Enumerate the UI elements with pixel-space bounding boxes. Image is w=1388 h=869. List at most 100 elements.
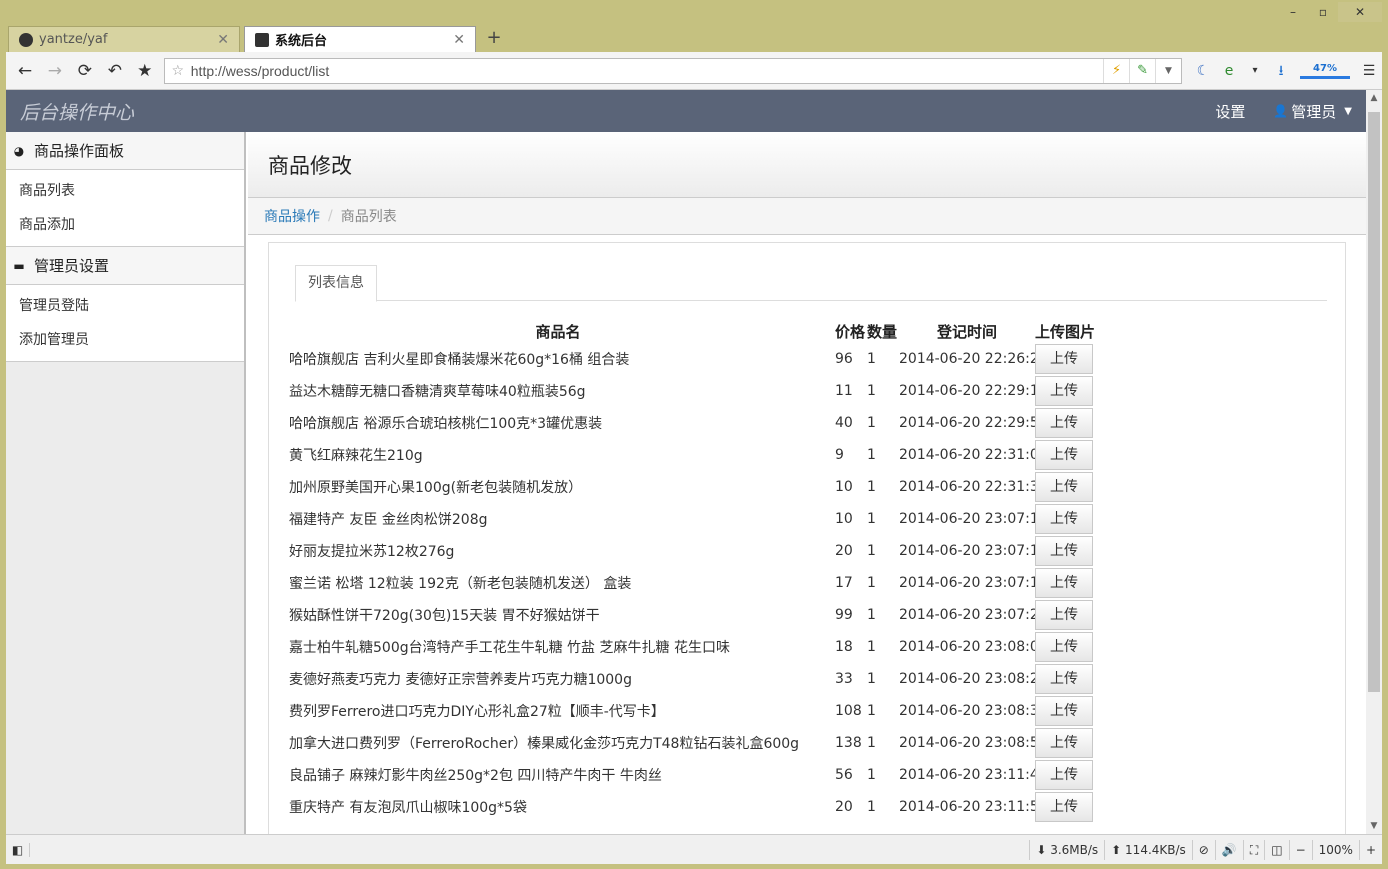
product-name: 加拿大进口费列罗（FerreroRocher）榛果威化金莎巧克力T48粒钻石装礼… [289,736,800,752]
tab-title: yantze/yaf [39,32,108,47]
briefcase-icon: ▬ [13,258,25,273]
upload-button[interactable]: 上传 [1035,632,1093,662]
address-bar[interactable]: ☆ http://wess/product/list ⚡ ✎ ▼ [163,57,1183,84]
upload-button[interactable]: 上传 [1035,472,1093,502]
table-row: 哈哈旗舰店 裕源乐合琥珀核桃仁100克*3罐优惠装 40 1 2014-06-20 2… [289,407,1095,439]
sidebar-item-product-list[interactable]: 商品列表 [6,174,244,208]
sidebar-section-admin[interactable]: ▬ 管理员设置 [6,247,244,285]
product-time: 2014-06-20 23:08:09 [899,639,1048,655]
product-name: 加州原野美国开心果100g(新老包装随机发放） [289,480,583,496]
sidebar-section-products[interactable]: ◕ 商品操作面板 [6,132,244,170]
user-menu[interactable]: 管理员 [1291,101,1336,122]
caret-down-icon[interactable]: ▼ [1344,106,1352,117]
breadcrumb-separator: / [328,208,333,224]
close-icon[interactable]: ✕ [217,32,229,48]
moon-icon[interactable]: ☾ [1190,56,1216,86]
sidebar-item-add-admin[interactable]: 添加管理员 [6,323,244,357]
table-row: 良品铺子 麻辣灯影牛肉丝250g*2包 四川特产牛肉干 牛肉丝 56 1 2014-0… [289,759,1095,791]
github-icon [19,32,33,47]
tab-system-backend[interactable]: 系统后台 ✕ [244,26,476,52]
product-time: 2014-06-20 22:29:58 [899,415,1048,431]
product-price: 20 [835,799,853,815]
new-tab-button[interactable]: + [480,26,508,52]
product-qty: 1 [867,639,876,655]
settings-link[interactable]: 设置 [1215,101,1245,122]
lightning-icon[interactable]: ⚡ [1103,58,1129,83]
upload-button[interactable]: 上传 [1035,728,1093,758]
upload-button[interactable]: 上传 [1035,760,1093,790]
header-qty: 数量 [867,323,898,341]
split-view-icon[interactable]: ◫ [1264,839,1288,860]
tab-list-info[interactable]: 列表信息 [295,265,377,302]
sidebar-toggle-icon[interactable]: ◧ [6,842,30,857]
close-window-icon[interactable]: ✕ [1338,2,1382,22]
menu-icon[interactable]: ☰ [1356,56,1382,86]
minimize-icon[interactable]: – [1278,2,1308,22]
zoom-in-icon[interactable]: + [1358,839,1382,860]
header-upload: 上传图片 [1035,323,1096,341]
scrollbar-thumb[interactable] [1368,112,1380,692]
product-qty: 1 [867,767,876,783]
download-icon[interactable]: ⭳ [1268,56,1294,86]
product-qty: 1 [867,703,876,719]
page-title: 商品修改 [248,132,1366,198]
scroll-up-icon[interactable]: ▲ [1366,90,1382,106]
table-row: 猴姑酥性饼干720g(30包)15天装 胃不好猴姑饼干 99 1 2014-06-20… [289,599,1095,631]
upload-button[interactable]: 上传 [1035,344,1093,374]
table-row: 益达木糖醇无糖口香糖清爽草莓味40粒瓶装56g 11 1 2014-06-20 22:… [289,375,1095,407]
header-time: 登记时间 [936,323,997,341]
bookmark-star-icon[interactable]: ☆ [165,63,191,79]
ie-icon[interactable]: e [1216,56,1242,86]
upload-button[interactable]: 上传 [1035,536,1093,566]
page-icon [255,32,269,47]
zoom-level[interactable]: 100% [1311,839,1359,860]
brand-title[interactable]: 后台操作中心 [20,98,134,125]
forward-icon[interactable]: → [40,56,70,86]
toolbar-extensions: ☾ e ▾ ⭳ 47% ☰ [1190,56,1382,86]
product-qty: 1 [867,479,876,495]
back-icon[interactable]: ← [10,56,40,86]
product-name: 哈哈旗舰店 裕源乐合琥珀核桃仁100克*3罐优惠装 [289,416,603,432]
url-text[interactable]: http://wess/product/list [191,63,1103,79]
upload-button[interactable]: 上传 [1035,376,1093,406]
product-qty: 1 [867,575,876,591]
reload-icon[interactable]: ⟳ [70,56,100,86]
product-time: 2014-06-20 23:07:19 [899,575,1048,591]
upload-button[interactable]: 上传 [1035,408,1093,438]
main-content: 商品修改 商品操作 / 商品列表 列表信息 商品名 价格 数量 登记时间 上传图… [248,132,1366,834]
product-name: 良品铺子 麻辣灯影牛肉丝250g*2包 四川特产牛肉干 牛肉丝 [289,768,662,784]
product-name: 好丽友提拉米苏12枚276g [289,544,455,560]
upload-button[interactable]: 上传 [1035,696,1093,726]
table-row: 蜜兰诺 松塔 12粒装 192克（新老包装随机发送） 盒装 17 1 2014-06-… [289,567,1095,599]
window-controls: – ▫ ✕ [1278,2,1382,22]
chevron-down-icon[interactable]: ▾ [1242,56,1268,86]
sidebar-item-admin-login[interactable]: 管理员登陆 [6,289,244,323]
product-name: 蜜兰诺 松塔 12粒装 192克（新老包装随机发送） 盒装 [289,576,632,592]
product-price: 20 [835,543,853,559]
close-icon[interactable]: ✕ [453,32,465,48]
product-time: 2014-06-20 23:07:14 [899,511,1048,527]
fullscreen-icon[interactable]: ⛶ [1242,839,1264,860]
zoom-out-icon[interactable]: − [1288,839,1312,860]
volume-icon[interactable]: 🔊 [1214,839,1243,860]
undo-icon[interactable]: ↶ [100,56,130,86]
upload-button[interactable]: 上传 [1035,600,1093,630]
upload-button[interactable]: 上传 [1035,440,1093,470]
breadcrumb-link[interactable]: 商品操作 [264,206,320,226]
scroll-down-icon[interactable]: ▼ [1366,818,1382,834]
upload-button[interactable]: 上传 [1035,504,1093,534]
vertical-scrollbar[interactable]: ▲ ▼ [1366,90,1382,834]
tab-yaf[interactable]: yantze/yaf ✕ [8,26,240,52]
sidebar-item-product-add[interactable]: 商品添加 [6,208,244,242]
adblock-icon[interactable]: ⊘ [1191,839,1215,860]
maximize-icon[interactable]: ▫ [1308,2,1338,22]
upload-button[interactable]: 上传 [1035,792,1093,822]
compat-mode-icon[interactable]: ✎ [1129,58,1155,83]
bookmarks-icon[interactable]: ★ [130,56,160,86]
upload-button[interactable]: 上传 [1035,664,1093,694]
upload-button[interactable]: 上传 [1035,568,1093,598]
chevron-down-icon[interactable]: ▼ [1155,58,1181,83]
tab-title: 系统后台 [275,34,328,49]
top-navbar: 后台操作中心 设置 👤 管理员 ▼ [6,90,1382,132]
product-qty: 1 [867,735,876,751]
